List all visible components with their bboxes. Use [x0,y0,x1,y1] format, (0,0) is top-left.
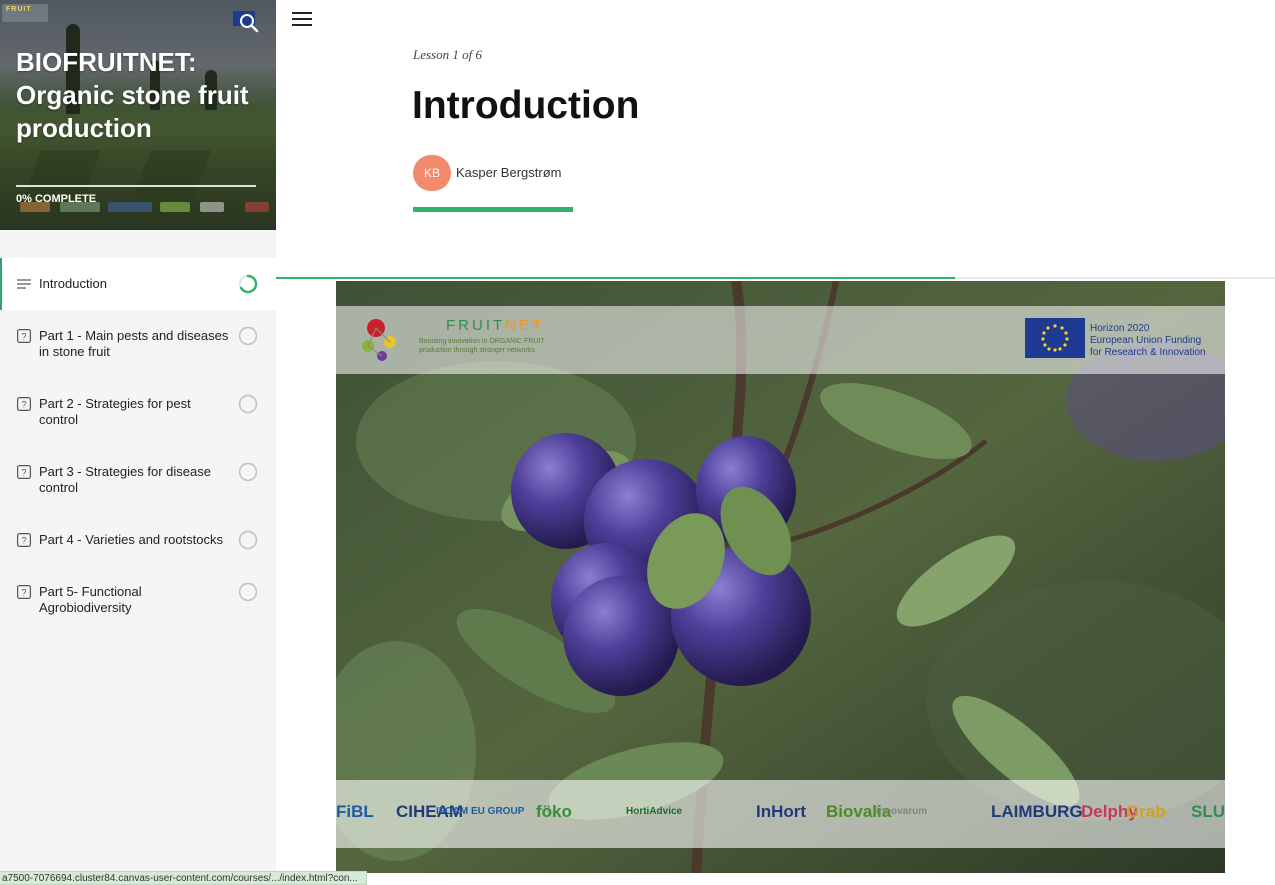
partner-logos: FiBL CIHEAM IFOAM EU GROUP föko HortiAdvice I… [336,780,1225,848]
svg-text:?: ? [21,332,26,342]
lesson-read-progress-fill [276,277,956,279]
sidebar-item-lesson-1[interactable]: Introduction [0,258,276,310]
quiz-icon: ? [17,329,31,343]
lesson-list: Introduction? Part 1 - Main pests and dis… [0,258,276,634]
partner-logo: föko [536,802,572,821]
search-icon[interactable] [238,12,260,34]
svg-text:?: ? [21,400,26,410]
lesson-count: Lesson 1 of 6 [413,47,482,62]
lesson-read-progress [276,277,1275,279]
sidebar-item-lesson-6[interactable]: ? Part 5- Functional Agrobiodiversity [0,566,276,634]
lesson-label: Introduction [39,276,107,291]
hamburger-icon [292,24,312,26]
text-lines-icon [17,279,31,289]
partner-logo: innovarum [876,806,928,817]
hamburger-icon [292,18,312,20]
fruitnet-logo: FRUIT [2,4,48,22]
not-started-icon [238,394,258,414]
title-underline [413,207,573,212]
sidebar-item-lesson-4[interactable]: ? Part 3 - Strategies for disease control [0,446,276,514]
in-progress-icon [239,274,258,294]
partner-logo: IFOAM EU GROUP [436,806,525,817]
quiz-icon: ? [17,465,31,479]
not-started-icon [238,530,258,550]
author-name: Kasper Bergstrøm [456,165,562,180]
course-title: BIOFRUITNET: Organic stone fruit product… [16,47,249,143]
fruitnet-tagline: Boosting innovation in ORGANIC FRUIT pro… [419,338,545,354]
partner-logo: HortiAdvice [626,806,683,817]
lesson-title: Introduction [412,84,640,127]
sidebar-item-lesson-2[interactable]: ? Part 1 - Main pests and diseases in sto… [0,310,276,378]
fruitnet-emblem-icon [362,319,396,361]
lesson-label: Part 2 - Strategies for pest control [39,396,191,427]
quiz-icon: ? [17,585,31,599]
hamburger-icon [292,12,312,14]
lesson-label: Part 5- Functional Agrobiodiversity [39,584,142,615]
partner-logo: LAIMBURG [991,802,1083,821]
eu-flag-icon [1025,318,1085,358]
svg-text:?: ? [21,536,26,546]
quiz-icon: ? [17,397,31,411]
sidebar-item-lesson-3[interactable]: ? Part 2 - Strategies for pest control [0,378,276,446]
not-started-icon [238,462,258,482]
not-started-icon [238,326,258,346]
menu-toggle-button[interactable] [292,12,312,26]
horizon-2020-text: Horizon 2020 European Union Funding for … [1090,323,1206,358]
partner-logo: Grab [1126,802,1166,821]
partner-logo: SLU [1191,802,1225,821]
partner-logo: FiBL [336,802,374,821]
quiz-icon: ? [17,533,31,547]
course-progress-bar [16,185,256,187]
project-banner: FRUITNET Boosting innovation in ORGANIC … [336,306,1225,374]
svg-text:?: ? [21,468,26,478]
partner-logo: InHort [756,802,807,821]
lesson-label: Part 3 - Strategies for disease control [39,464,211,495]
not-started-icon [238,582,258,602]
course-sidebar: FRUIT BIOFRUITNET: Organic stone fruit p… [0,0,276,885]
lesson-label: Part 1 - Main pests and diseases in ston… [39,328,229,359]
browser-status-url: a7500-7076694.cluster84.canvas-user-cont… [0,871,367,885]
sidebar-item-lesson-5[interactable]: ? Part 4 - Varieties and rootstocks [0,514,276,566]
avatar: KB [413,155,451,191]
lesson-main: Lesson 1 of 6 Introduction KB Kasper Ber… [276,0,1275,885]
course-progress-label: 0% COMPLETE [16,193,97,205]
app-window: FRUIT BIOFRUITNET: Organic stone fruit p… [0,0,1275,885]
course-hero: FRUIT BIOFRUITNET: Organic stone fruit p… [0,0,276,230]
lesson-label: Part 4 - Varieties and rootstocks [39,532,224,547]
svg-text:?: ? [21,588,26,598]
fruitnet-wordmark: FRUITNET [446,317,545,334]
lesson-cover-image: FRUITNET Boosting innovation in ORGANIC … [336,281,1225,873]
